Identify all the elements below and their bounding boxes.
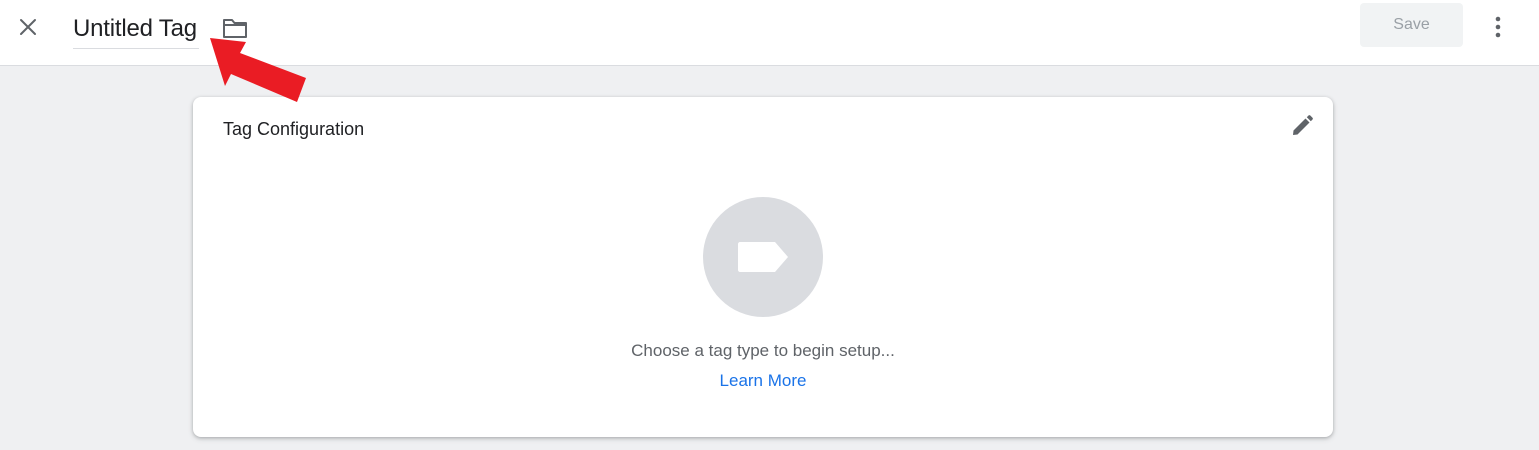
tag-name-field[interactable]: Untitled Tag bbox=[73, 10, 199, 49]
edit-button[interactable] bbox=[1287, 111, 1317, 141]
tag-label-icon bbox=[738, 242, 788, 272]
more-options-button[interactable] bbox=[1480, 9, 1516, 45]
setup-hint: Choose a tag type to begin setup... bbox=[631, 341, 895, 360]
close-icon bbox=[20, 19, 36, 35]
save-button[interactable]: Save bbox=[1360, 3, 1463, 47]
page: Untitled Tag Save Tag Configuration Choo… bbox=[0, 0, 1539, 450]
learn-more-link[interactable]: Learn More bbox=[193, 371, 1333, 391]
top-bar: Untitled Tag Save bbox=[0, 0, 1539, 66]
card-title: Tag Configuration bbox=[223, 119, 365, 139]
folder-button[interactable] bbox=[219, 12, 251, 44]
more-vert-icon bbox=[1495, 16, 1501, 38]
close-button[interactable] bbox=[10, 9, 46, 45]
tag-title[interactable]: Untitled Tag bbox=[73, 15, 197, 43]
choose-tag-type-button[interactable] bbox=[703, 197, 823, 317]
pencil-icon bbox=[1293, 115, 1313, 135]
tag-configuration-card: Tag Configuration Choose a tag type to b… bbox=[193, 97, 1333, 437]
folder-icon bbox=[223, 19, 247, 38]
